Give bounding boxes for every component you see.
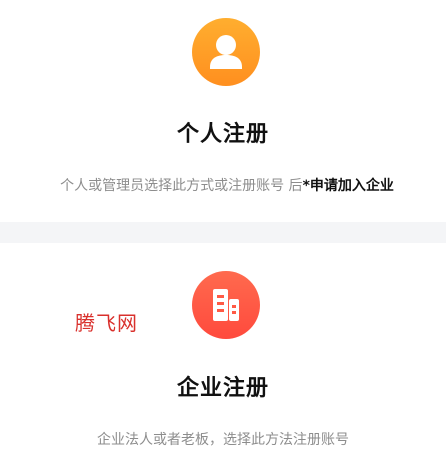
watermark-text: 腾飞网 <box>75 311 138 335</box>
join-enterprise-highlight: *申请加入企业 <box>302 178 394 194</box>
personal-registration-card[interactable]: 个人注册 个人或管理员选择此方式或注册账号 后*申请加入企业 <box>0 0 446 222</box>
section-divider <box>0 222 446 243</box>
enterprise-registration-description: 企业法人或者老板，选择此方法注册账号 <box>97 432 349 448</box>
personal-description-text: 个人或管理员选择此方式或注册账号 后 <box>60 178 303 194</box>
building-icon-graphic <box>213 289 239 321</box>
enterprise-registration-card[interactable]: 腾飞网 企业注册 企业法人或者老板，选择此方法注册账号 <box>0 243 446 452</box>
registration-page: 个人注册 个人或管理员选择此方式或注册账号 后*申请加入企业 腾飞网 企业注册 … <box>0 0 446 452</box>
user-icon-graphic <box>210 35 242 69</box>
personal-registration-title: 个人注册 <box>176 122 269 147</box>
user-icon <box>192 18 260 86</box>
personal-registration-description: 个人或管理员选择此方式或注册账号 后*申请加入企业 <box>4 175 446 195</box>
enterprise-registration-title: 企业注册 <box>176 376 269 401</box>
building-icon <box>192 271 260 339</box>
